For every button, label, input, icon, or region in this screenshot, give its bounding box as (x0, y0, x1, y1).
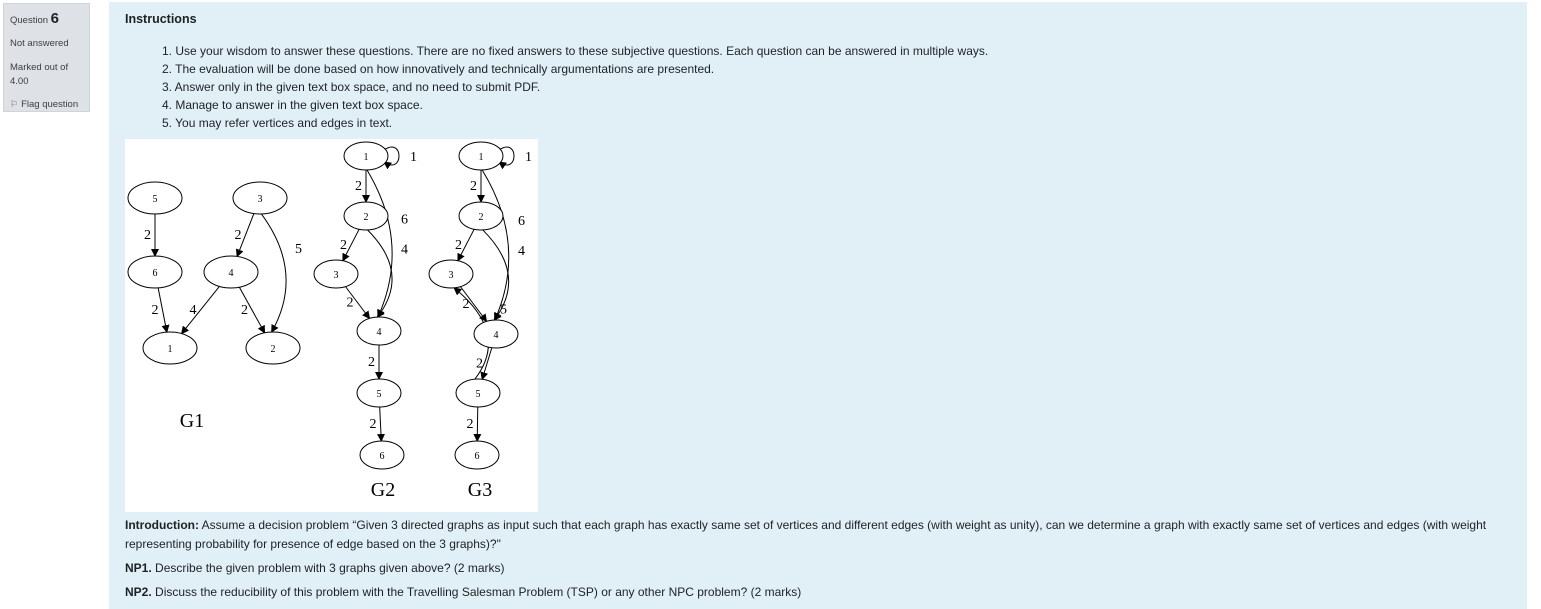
graphs-figure: 2 2 5 2 4 2 5 3 6 4 1 2 G1 1 2 6 2 4 2 2 2 1 2 3 4 5 6 G2 1 2 6 2 4 2 5 2 2 1… (125, 139, 538, 512)
graph-node-label: 3 (258, 194, 263, 205)
graph-node-label: 4 (377, 327, 382, 338)
graph-node-label: 6 (380, 451, 385, 462)
edge-weight-label: 1 (525, 150, 532, 165)
introduction-paragraph: Introduction: Assume a decision problem … (125, 516, 1510, 554)
flag-question-link[interactable]: ⚐ Flag question (10, 99, 83, 110)
flag-question-label: Flag question (21, 99, 79, 110)
instructions-list: 1. Use your wisdom to answer these quest… (125, 42, 1511, 132)
graph-name-label: G3 (468, 479, 492, 501)
np2-paragraph: NP2. Discuss the reducibility of this pr… (125, 583, 801, 602)
graph-node-label: 2 (271, 344, 276, 355)
edge-weight-label: 2 (368, 355, 375, 370)
edge-weight-label: 2 (370, 417, 377, 432)
graph-edge (180, 286, 220, 335)
graph-node-label: 2 (364, 212, 369, 223)
edge-weight-label: 5 (500, 303, 507, 318)
graph-node-label: 3 (334, 270, 339, 281)
instruction-item: 3. Answer only in the given text box spa… (162, 80, 541, 94)
edge-weight-label: 4 (401, 243, 408, 258)
edge-weight-label: 2 (470, 179, 477, 194)
edge-weight-label: 2 (347, 296, 354, 311)
graph-node-label: 2 (479, 212, 484, 223)
graph-node-label: 3 (449, 270, 454, 281)
edge-weight-label: 4 (190, 303, 197, 318)
introduction-label: Introduction: (125, 518, 199, 532)
np2-label: NP2. (125, 585, 152, 599)
graph-node-label: 4 (494, 330, 499, 341)
np1-paragraph: NP1. Describe the given problem with 3 g… (125, 559, 505, 578)
flag-icon: ⚐ (10, 99, 19, 109)
graph-node-label: 4 (229, 268, 234, 279)
graph-node-label: 1 (479, 152, 484, 163)
question-number-value: 6 (50, 10, 60, 27)
edge-weight-label: 6 (518, 214, 525, 229)
edge-weight-label: 1 (410, 150, 417, 165)
edge-weight-label: 2 (241, 303, 248, 318)
edge-weight-label: 2 (152, 303, 159, 318)
graph-node-label: 5 (153, 194, 158, 205)
graph-edge (157, 287, 170, 334)
question-number: Question 6 (10, 10, 83, 27)
graph-node-label: 1 (168, 344, 173, 355)
graph-node-label: 1 (364, 152, 369, 163)
edge-weight-label: 4 (518, 244, 525, 259)
question-info-panel: Question 6 Not answered Marked out of 4.… (3, 3, 90, 112)
graph-name-label: G2 (371, 479, 395, 501)
graph-edge (473, 406, 482, 443)
np1-text: Describe the given problem with 3 graphs… (151, 561, 505, 575)
graphs-diagram: 2 2 5 2 4 2 5 3 6 4 1 2 G1 1 2 6 2 4 2 2 2 1 2 3 4 5 6 G2 1 2 6 2 4 2 5 2 2 1… (127, 141, 532, 501)
introduction-text: Assume a decision problem “Given 3 direc… (125, 518, 1487, 551)
edge-weight-label: 2 (455, 238, 462, 253)
edge-weight-label: 2 (144, 228, 151, 243)
instruction-item: 4. Manage to answer in the given text bo… (162, 98, 423, 112)
graph-node-label: 5 (476, 389, 481, 400)
graph-edge (260, 213, 287, 333)
edge-weight-label: 5 (295, 242, 302, 257)
graph-name-label: G1 (180, 410, 204, 432)
graph-node-label: 6 (475, 451, 480, 462)
edge-weight-label: 2 (467, 417, 474, 432)
np1-label: NP1. (125, 561, 152, 575)
question-content: Instructions 1. Use your wisdom to answe… (109, 2, 1527, 609)
question-label: Question (10, 15, 49, 26)
edge-weight-label: 2 (340, 238, 347, 253)
edge-weight-label: 2 (355, 179, 362, 194)
graph-node-label: 6 (153, 268, 158, 279)
question-grade: Marked out of 4.00 (10, 62, 69, 87)
instructions-title: Instructions (125, 12, 197, 26)
np2-text: Discuss the reducibility of this problem… (151, 585, 802, 599)
instruction-item: 2. The evaluation will be done based on … (162, 62, 715, 76)
graph-edge (367, 229, 393, 318)
question-state: Not answered (10, 38, 69, 49)
edge-weight-label: 2 (235, 228, 242, 243)
graph-edge (376, 406, 385, 443)
instruction-item: 1. Use your wisdom to answer these quest… (162, 44, 989, 58)
edge-weight-label: 2 (476, 357, 483, 372)
instruction-item: 5. You may refer vertices and edges in t… (162, 116, 393, 130)
graph-edge (480, 347, 493, 381)
edge-weight-label: 6 (401, 213, 408, 228)
graph-node-label: 5 (377, 389, 382, 400)
